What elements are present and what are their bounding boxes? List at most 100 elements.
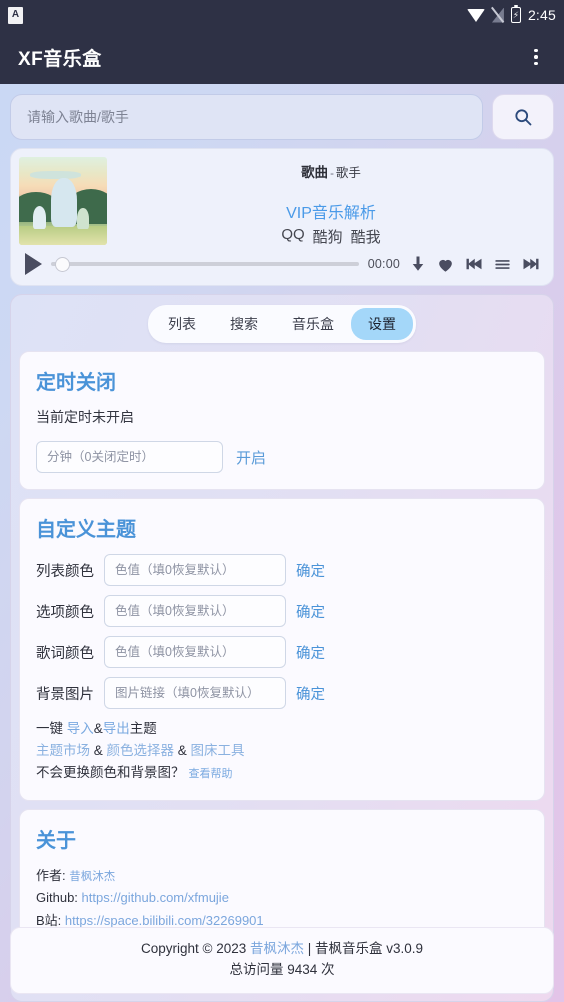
player-info: 歌曲 - 歌手 VIP音乐解析 QQ 酷狗 酷我 [117, 157, 545, 247]
theme-label-lyric-color: 歌词颜色 [36, 645, 94, 662]
tools-amp-2: & [174, 742, 191, 758]
app-icon: A [8, 6, 23, 24]
onekey-row: 一键 导入&导出主题 [36, 718, 528, 740]
theme-input-list-color[interactable] [104, 554, 286, 586]
settings-panel: 列表 搜索 音乐盒 设置 定时关闭 当前定时未开启 开启 自定义主题 列表颜色 … [10, 294, 554, 1002]
player-top: 歌曲 - 歌手 VIP音乐解析 QQ 酷狗 酷我 [19, 157, 545, 247]
footer-copyright-suffix: | 昔枫音乐盒 v3.0.9 [303, 941, 424, 957]
footer-copyright: Copyright © 2023 昔枫沐杰 | 昔枫音乐盒 v3.0.9 [11, 939, 553, 960]
theme-confirm-background-image[interactable]: 确定 [296, 683, 325, 704]
theme-row-option-color: 选项颜色 确定 [36, 595, 528, 627]
app-bar: XF音乐盒 [0, 30, 564, 84]
search-icon [515, 109, 532, 126]
status-bar: A ⚡ 2:45 [0, 0, 564, 30]
timer-enable-button[interactable]: 开启 [236, 447, 266, 468]
help-row: 不会更换颜色和背景图？ 查看帮助 [36, 762, 528, 784]
track-song: 歌曲 [301, 165, 329, 180]
theme-links: 一键 导入&导出主题 主题市场 & 颜色选择器 & 图床工具 不会更换颜色和背景… [36, 718, 528, 784]
theme-input-background-image[interactable] [104, 677, 286, 709]
player-card: 歌曲 - 歌手 VIP音乐解析 QQ 酷狗 酷我 00:00 [10, 148, 554, 286]
theme-confirm-option-color[interactable]: 确定 [296, 601, 325, 622]
theme-input-option-color[interactable] [104, 595, 286, 627]
theme-input-lyric-color[interactable] [104, 636, 286, 668]
progress-slider[interactable] [51, 256, 359, 272]
export-theme-link[interactable]: 导出 [103, 721, 130, 736]
track-artist: 歌手 [335, 166, 361, 180]
about-github: Github: https://github.com/xfmujie [36, 887, 528, 909]
player-controls: 00:00 [19, 251, 545, 277]
about-bilibili-value[interactable]: https://space.bilibili.com/32269901 [65, 913, 264, 928]
timer-row: 开启 [36, 441, 528, 473]
battery-charging-icon: ⚡ [510, 4, 521, 23]
source-row: QQ 酷狗 酷我 [281, 226, 380, 247]
next-track-icon[interactable] [521, 255, 541, 273]
status-bar-indicators: ⚡ 2:45 [466, 4, 556, 23]
page-content: 歌曲-歌手 VIP音乐解析 QQ 酷狗 酷我 00:00 [0, 84, 564, 1002]
tab-search[interactable]: 搜索 [213, 308, 275, 340]
track-title-row: 歌曲 - 歌手 [301, 161, 361, 181]
search-row [10, 94, 554, 140]
signal-off-icon [492, 8, 504, 23]
footer-author-link[interactable]: 昔枫沐杰 [250, 941, 304, 956]
search-input[interactable] [10, 94, 483, 140]
download-arrow-icon[interactable] [409, 255, 427, 273]
track-separator: - [330, 168, 334, 180]
search-button[interactable] [492, 94, 554, 140]
tab-musicbox[interactable]: 音乐盒 [275, 308, 351, 340]
theme-label-option-color: 选项颜色 [36, 604, 94, 621]
previous-track-icon[interactable] [464, 255, 484, 273]
theme-label-background-image: 背景图片 [36, 686, 94, 703]
footer: Copyright © 2023 昔枫沐杰 | 昔枫音乐盒 v3.0.9 总访问… [10, 927, 554, 994]
view-help-link[interactable]: 查看帮助 [189, 768, 233, 780]
tools-amp-1: & [90, 742, 107, 758]
wifi-icon [466, 8, 485, 22]
tools-row: 主题市场 & 颜色选择器 & 图床工具 [36, 740, 528, 762]
vip-parse-link[interactable]: VIP音乐解析 [286, 199, 376, 223]
theme-title: 自定义主题 [36, 519, 136, 541]
image-host-link[interactable]: 图床工具 [191, 743, 245, 758]
source-qq[interactable]: QQ [281, 226, 304, 247]
tab-list[interactable]: 列表 [151, 308, 213, 340]
source-kuwo[interactable]: 酷我 [351, 226, 381, 247]
about-author-label: 作者: [36, 867, 70, 883]
timer-title: 定时关闭 [36, 372, 116, 394]
help-question: 不会更换颜色和背景图？ [36, 764, 185, 780]
status-bar-clock: 2:45 [527, 7, 556, 23]
footer-visits: 总访问量 9434 次 [229, 962, 335, 978]
timer-card: 定时关闭 当前定时未开启 开启 [19, 351, 545, 490]
color-picker-link[interactable]: 颜色选择器 [107, 743, 175, 758]
theme-row-list-color: 列表颜色 确定 [36, 554, 528, 586]
current-time: 00:00 [367, 257, 400, 271]
list-menu-icon[interactable] [493, 256, 512, 273]
play-icon[interactable] [25, 253, 42, 275]
onekey-amp: & [93, 721, 103, 736]
about-bilibili-label: B站: [36, 912, 65, 928]
timer-minutes-input[interactable] [36, 441, 223, 473]
theme-label-list-color: 列表颜色 [36, 563, 94, 580]
heart-icon[interactable] [436, 255, 455, 274]
app-icon-letter: A [11, 9, 20, 20]
about-author: 作者: 昔枫沐杰 [36, 865, 528, 888]
theme-market-link[interactable]: 主题市场 [36, 743, 90, 758]
control-icons [409, 255, 541, 274]
about-author-value[interactable]: 昔枫沐杰 [69, 871, 115, 883]
page-title: XF音乐盒 [18, 48, 102, 70]
about-github-value[interactable]: https://github.com/xfmujie [82, 890, 229, 905]
theme-card: 自定义主题 列表颜色 确定 选项颜色 确定 歌词颜色 确定 背景图片 确定 [19, 498, 545, 801]
album-art [19, 157, 107, 245]
timer-status: 当前定时未开启 [36, 409, 134, 425]
footer-copyright-prefix: Copyright © 2023 [140, 941, 250, 957]
import-theme-link[interactable]: 导入 [67, 721, 94, 736]
about-github-label: Github: [36, 890, 82, 906]
theme-row-background-image: 背景图片 确定 [36, 677, 528, 709]
kebab-menu-icon[interactable] [526, 47, 546, 67]
theme-confirm-lyric-color[interactable]: 确定 [296, 642, 325, 663]
theme-confirm-list-color[interactable]: 确定 [296, 560, 325, 581]
progress-thumb[interactable] [55, 256, 70, 272]
tab-settings[interactable]: 设置 [351, 308, 413, 340]
onekey-prefix: 一键 [36, 721, 67, 736]
about-title: 关于 [36, 829, 76, 852]
theme-row-lyric-color: 歌词颜色 确定 [36, 636, 528, 668]
tab-bar: 列表 搜索 音乐盒 设置 [148, 305, 416, 343]
source-kugou[interactable]: 酷狗 [313, 226, 343, 247]
